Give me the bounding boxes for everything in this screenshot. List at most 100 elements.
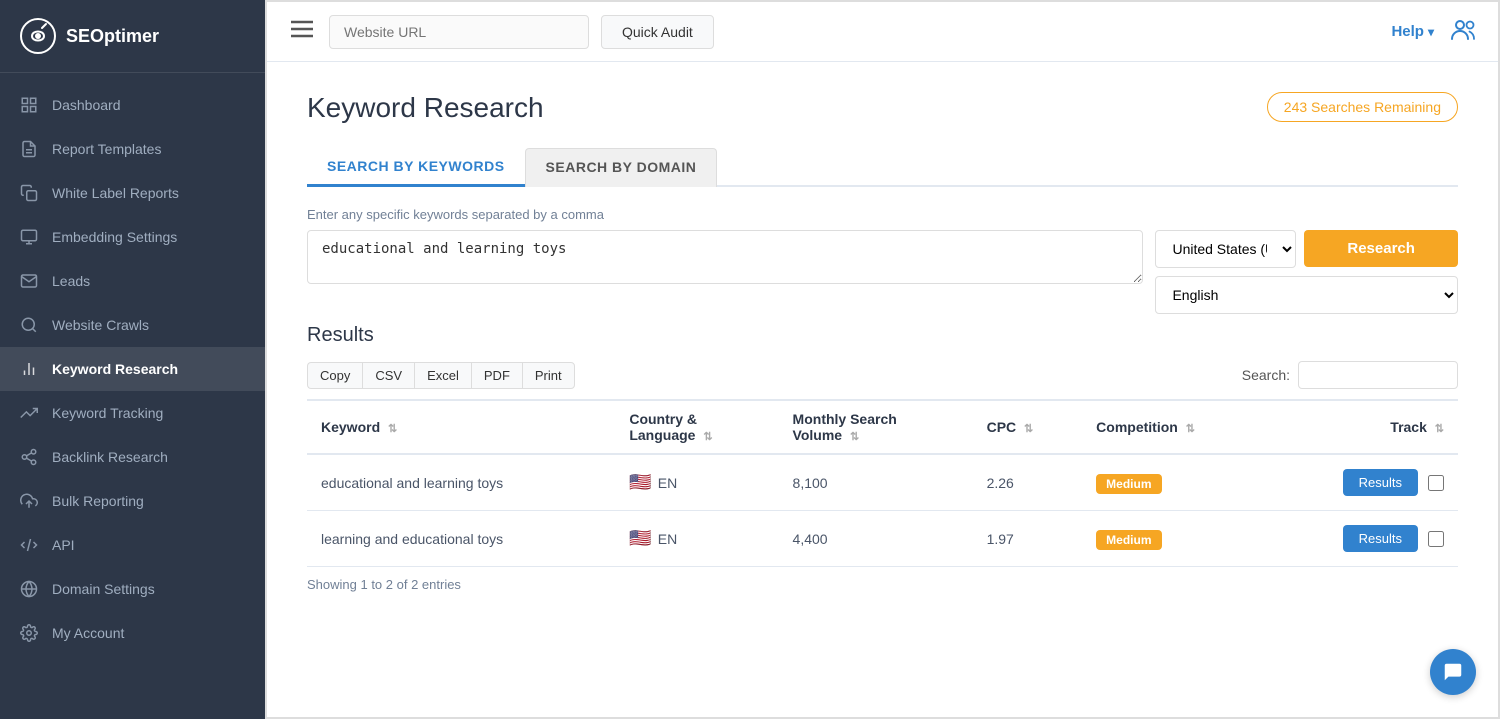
language-select[interactable]: English Spanish French German: [1155, 276, 1458, 314]
logo[interactable]: SEOptimer: [0, 0, 265, 73]
cpc-sort-icon[interactable]: ⇅: [1024, 423, 1033, 435]
api-icon: [20, 536, 38, 554]
sidebar: SEOptimer Dashboard Report Templates Whi…: [0, 0, 265, 719]
search-controls: United States (US) United Kingdom (UK) A…: [1155, 230, 1458, 314]
sidebar-item-my-account-label: My Account: [52, 625, 124, 641]
sidebar-item-bulk-reporting-label: Bulk Reporting: [52, 493, 144, 509]
row1-track-checkbox[interactable]: [1428, 475, 1444, 491]
mail-icon: [20, 272, 38, 290]
grid-icon: [20, 96, 38, 114]
showing-entries-text: Showing 1 to 2 of 2 entries: [307, 577, 1458, 592]
row2-track: Results: [1268, 511, 1458, 567]
settings-icon: [20, 624, 38, 642]
competition-sort-icon[interactable]: ⇅: [1186, 423, 1195, 435]
page-header: Keyword Research 243 Searches Remaining: [307, 92, 1458, 124]
sidebar-item-domain-settings[interactable]: Domain Settings: [0, 567, 265, 611]
row1-volume: 8,100: [779, 454, 973, 511]
row1-competition: Medium: [1082, 454, 1268, 511]
search-instruction: Enter any specific keywords separated by…: [307, 207, 1458, 222]
pdf-button[interactable]: PDF: [471, 362, 522, 389]
results-table: Keyword ⇅ Country &Language ⇅ Monthly Se…: [307, 399, 1458, 567]
sidebar-nav: Dashboard Report Templates White Label R…: [0, 73, 265, 665]
url-input[interactable]: [329, 15, 589, 49]
col-cpc: CPC ⇅: [973, 400, 1083, 454]
chat-icon: [1442, 661, 1464, 683]
row1-country-lang: 🇺🇸 EN: [615, 454, 778, 511]
tab-search-by-domain[interactable]: SEARCH BY DOMAIN: [525, 148, 718, 187]
copy-button[interactable]: Copy: [307, 362, 362, 389]
row2-competition: Medium: [1082, 511, 1268, 567]
sidebar-item-leads-label: Leads: [52, 273, 90, 289]
research-button[interactable]: Research: [1304, 230, 1458, 267]
sidebar-item-api[interactable]: API: [0, 523, 265, 567]
tab-search-by-keywords[interactable]: SEARCH BY KEYWORDS: [307, 148, 525, 187]
share-icon: [20, 448, 38, 466]
sidebar-item-embedding[interactable]: Embedding Settings: [0, 215, 265, 259]
monitor-icon: [20, 228, 38, 246]
col-country-language: Country &Language ⇅: [615, 400, 778, 454]
country-select[interactable]: United States (US) United Kingdom (UK) A…: [1155, 230, 1296, 268]
print-button[interactable]: Print: [522, 362, 575, 389]
volume-sort-icon[interactable]: ⇅: [850, 431, 859, 443]
col-keyword: Keyword ⇅: [307, 400, 615, 454]
sidebar-item-keyword-research-label: Keyword Research: [52, 361, 178, 377]
upload-icon: [20, 492, 38, 510]
main-content: Quick Audit Help ▾ Keyword Research 243 …: [265, 0, 1500, 719]
table-search-label: Search:: [1242, 367, 1290, 383]
sidebar-item-keyword-research[interactable]: Keyword Research: [0, 347, 265, 391]
quick-audit-button[interactable]: Quick Audit: [601, 15, 714, 49]
sidebar-item-report-templates[interactable]: Report Templates: [0, 127, 265, 171]
search-tabs: SEARCH BY KEYWORDS SEARCH BY DOMAIN: [307, 148, 1458, 187]
sidebar-item-white-label[interactable]: White Label Reports: [0, 171, 265, 215]
row2-results-button[interactable]: Results: [1343, 525, 1418, 552]
sidebar-item-white-label-label: White Label Reports: [52, 185, 179, 201]
searches-remaining-badge: 243 Searches Remaining: [1267, 92, 1458, 122]
sidebar-item-website-crawls[interactable]: Website Crawls: [0, 303, 265, 347]
file-edit-icon: [20, 140, 38, 158]
hamburger-button[interactable]: [287, 16, 317, 48]
users-icon[interactable]: [1450, 17, 1478, 47]
topbar-right: Help ▾: [1391, 17, 1478, 47]
row1-competition-badge: Medium: [1096, 474, 1161, 494]
topbar: Quick Audit Help ▾: [267, 2, 1498, 62]
sidebar-item-leads[interactable]: Leads: [0, 259, 265, 303]
sidebar-item-dashboard[interactable]: Dashboard: [0, 83, 265, 127]
col-competition: Competition ⇅: [1082, 400, 1268, 454]
row1-cpc: 2.26: [973, 454, 1083, 511]
sidebar-item-keyword-tracking[interactable]: Keyword Tracking: [0, 391, 265, 435]
keyword-sort-icon[interactable]: ⇅: [388, 423, 397, 435]
copy-icon: [20, 184, 38, 202]
page-title: Keyword Research: [307, 92, 544, 124]
hamburger-icon: [291, 20, 313, 38]
bar-chart-icon: [20, 360, 38, 378]
sidebar-item-backlink-research[interactable]: Backlink Research: [0, 435, 265, 479]
search-row: United States (US) United Kingdom (UK) A…: [307, 230, 1458, 314]
sidebar-item-report-templates-label: Report Templates: [52, 141, 161, 157]
row2-volume: 4,400: [779, 511, 973, 567]
row1-flag: 🇺🇸: [629, 472, 651, 493]
excel-button[interactable]: Excel: [414, 362, 471, 389]
sidebar-item-dashboard-label: Dashboard: [52, 97, 121, 113]
table-search-input[interactable]: [1298, 361, 1458, 389]
chat-bubble[interactable]: [1430, 649, 1476, 695]
country-sort-icon[interactable]: ⇅: [703, 431, 712, 443]
row1-results-button[interactable]: Results: [1343, 469, 1418, 496]
row2-lang: EN: [658, 531, 677, 547]
results-title: Results: [307, 324, 1458, 347]
table-row: educational and learning toys 🇺🇸 EN 8,10…: [307, 454, 1458, 511]
sidebar-item-bulk-reporting[interactable]: Bulk Reporting: [0, 479, 265, 523]
row2-keyword: learning and educational toys: [307, 511, 615, 567]
help-button[interactable]: Help ▾: [1391, 23, 1434, 40]
row1-lang: EN: [658, 475, 677, 491]
logo-text: SEOptimer: [66, 26, 159, 47]
table-row: learning and educational toys 🇺🇸 EN 4,40…: [307, 511, 1458, 567]
keyword-textarea[interactable]: [307, 230, 1143, 284]
sidebar-item-my-account[interactable]: My Account: [0, 611, 265, 655]
trending-up-icon: [20, 404, 38, 422]
row2-track-checkbox[interactable]: [1428, 531, 1444, 547]
search-icon: [20, 316, 38, 334]
track-sort-icon[interactable]: ⇅: [1435, 423, 1444, 435]
sidebar-item-embedding-label: Embedding Settings: [52, 229, 177, 245]
sidebar-item-api-label: API: [52, 537, 75, 553]
csv-button[interactable]: CSV: [362, 362, 414, 389]
